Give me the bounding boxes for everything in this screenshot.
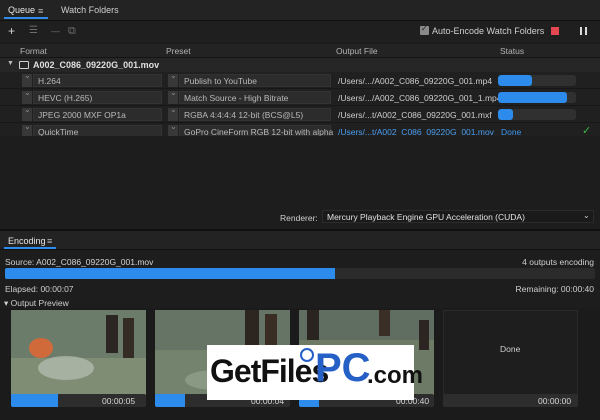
stop-queue-button[interactable] [551,27,559,35]
preview-progress-fill [11,394,59,407]
export-settings-icon[interactable]: ☰ [29,25,38,37]
status-progress-bar [498,75,576,86]
tab-watch-folders[interactable]: Watch Folders [61,5,119,15]
output-file-link[interactable]: /Users/.../A002_C086_09220G_001_1.mp4 [338,93,502,103]
preset-dropdown-arrow[interactable] [168,105,178,121]
remaining-time: Remaining: 00:00:40 [515,284,594,294]
collapse-arrow-icon[interactable]: ▼ [7,60,14,67]
format-dropdown-arrow[interactable] [22,71,32,87]
pause-queue-button[interactable] [580,27,587,35]
download-icon [300,348,314,362]
preview-time: 00:00:05 [102,396,136,406]
renderer-label: Renderer: [280,213,318,223]
preset-value: Publish to YouTube [184,76,257,86]
encoding-tabbar [0,231,600,250]
tab-queue-underline [4,17,48,19]
renderer-value: Mercury Playback Engine GPU Acceleration… [327,212,525,222]
column-output-file[interactable]: Output File [336,46,378,56]
encoding-source: Source: A002_C086_09220G_001.mov [5,257,154,267]
watermark-com: .com [367,362,424,389]
output-file-link[interactable]: /Users/.../A002_C086_09220G_001.mp4 [338,76,492,86]
format-dropdown-arrow[interactable] [22,105,32,121]
preview-time: 00:00:00 [538,396,572,406]
film-icon [19,61,29,69]
preview-video-frame [11,310,146,406]
source-file-name: A002_C086_09220G_001.mov [33,60,160,70]
preview-thumbnail-1 [11,310,146,406]
auto-encode-label: Auto-Encode Watch Folders [432,26,545,36]
tab-queue[interactable]: Queue [8,5,35,15]
format-value: JPEG 2000 MXF OP1a [38,110,126,120]
preview-thumbnail-4 [443,310,578,406]
encoding-panel-menu-icon[interactable]: ≡ [47,236,52,246]
preview-progress-fill [155,394,185,407]
add-source-icon[interactable]: + [8,25,15,37]
outputs-count: 4 outputs encoding [522,257,594,267]
preset-value: Match Source - High Bitrate [184,93,289,103]
duplicate-icon[interactable]: ⧉ [68,25,76,37]
preset-dropdown-arrow[interactable] [168,71,178,87]
auto-encode-checkbox[interactable] [420,24,429,35]
preset-dropdown-arrow[interactable] [168,88,178,104]
status-progress-fill [498,75,533,86]
tab-encoding-underline [4,247,56,249]
column-format[interactable]: Format [20,46,47,56]
output-preview-title: Output Preview [10,298,69,308]
status-progress-fill [498,92,567,103]
column-preset[interactable]: Preset [166,46,191,56]
preview-done-label: Done [500,344,521,354]
elapsed-time: Elapsed: 00:00:07 [5,284,74,294]
format-value: HEVC (H.265) [38,93,93,103]
format-value: H.264 [38,76,61,86]
output-file-link[interactable]: /Users/...t/A002_C086_09220G_001.mxf [338,110,492,120]
queue-panel-menu-icon[interactable]: ≡ [38,6,43,16]
watermark-pc: PC [315,346,371,390]
status-progress-fill [498,109,513,120]
tab-encoding[interactable]: Encoding [8,236,46,246]
status-progress-bar [498,109,576,120]
remove-icon[interactable]: — [51,25,60,37]
queue-empty-area[interactable] [0,136,600,208]
format-dropdown-arrow[interactable] [22,88,32,104]
column-status[interactable]: Status [500,46,524,56]
preset-value: RGBA 4:4:4:4 12-bit (BCS@L5) [184,110,304,120]
chevron-down-icon[interactable]: ⌄ [583,211,590,220]
encoding-progress-fill [5,268,336,279]
encoding-progress-bar [5,268,595,279]
status-progress-bar [498,92,576,103]
